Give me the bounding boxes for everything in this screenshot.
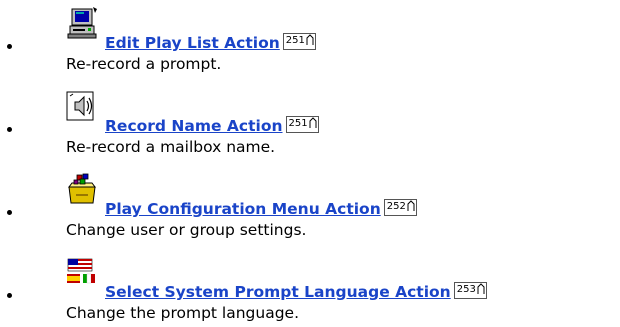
speaker-sound-icon [66,90,98,122]
page-reference[interactable]: 251 [285,116,319,133]
bullet [7,127,12,132]
page-reference[interactable]: 251 [282,33,316,50]
page-jump-icon [306,34,314,45]
bullet [7,44,12,49]
link-text: Select System Prompt Language Action [105,283,451,301]
flags-icon [66,255,98,287]
play-configuration-menu-link[interactable]: Play Configuration Menu Action 252 [105,199,417,218]
bullet [7,293,12,298]
computer-icon [66,7,98,39]
bullet [7,210,12,215]
page-jump-icon [309,117,317,128]
item-description: Re-record a prompt. [66,55,222,73]
page-jump-icon [477,283,485,294]
page-jump-icon [407,200,415,211]
select-system-prompt-language-link[interactable]: Select System Prompt Language Action 253 [105,282,487,301]
item-description: Change the prompt language. [66,304,300,322]
page-reference[interactable]: 252 [383,199,417,216]
link-text: Edit Play List Action [105,34,280,52]
item-description: Re-record a mailbox name. [66,138,276,156]
link-text: Record Name Action [105,117,283,135]
page-reference[interactable]: 253 [453,282,487,299]
link-text: Play Configuration Menu Action [105,200,381,218]
package-config-icon [66,173,98,205]
edit-play-list-link[interactable]: Edit Play List Action 251 [105,33,316,52]
item-description: Change user or group settings. [66,221,307,239]
record-name-link[interactable]: Record Name Action 251 [105,116,319,135]
